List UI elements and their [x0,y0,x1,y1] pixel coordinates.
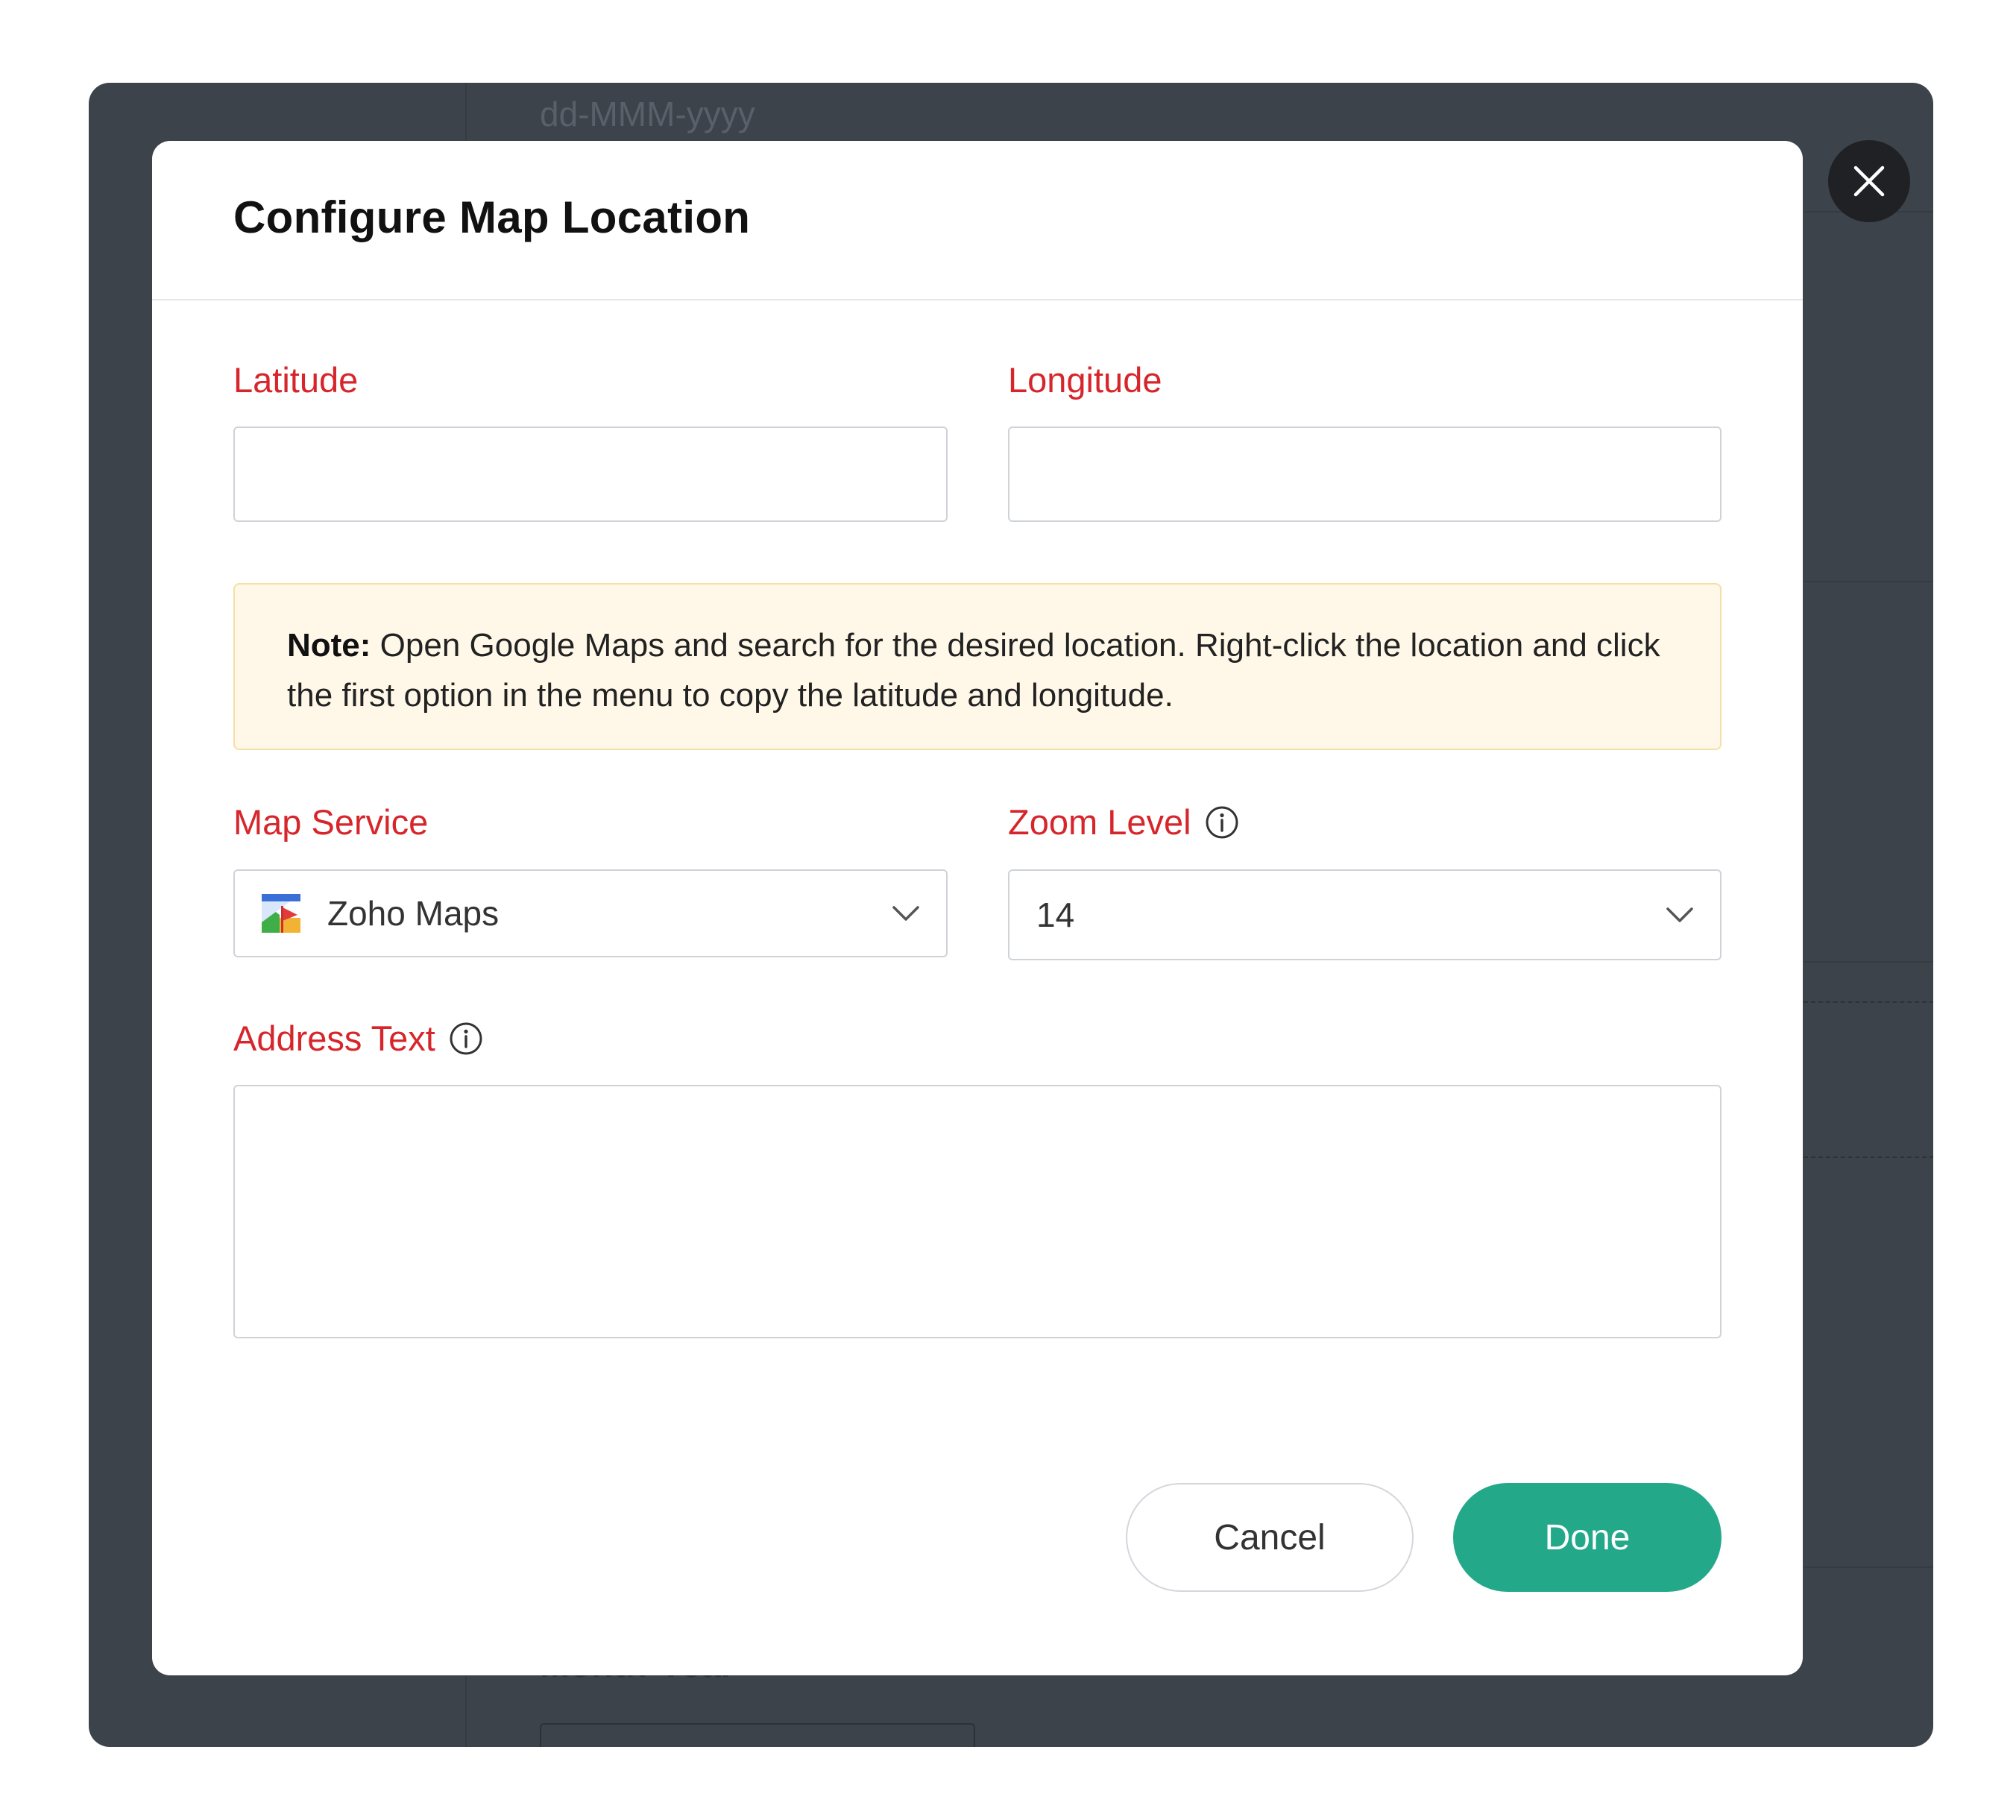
map-service-label-text: Map Service [233,802,429,842]
zoom-level-label: Zoom Level [1008,802,1239,843]
background-divider [1804,961,1933,963]
latitude-label: Latitude [233,359,358,400]
info-icon[interactable] [1205,805,1239,840]
close-icon [1853,166,1885,197]
note-prefix: Note: [287,627,371,664]
note-box: Note: Open Google Maps and search for th… [233,583,1722,750]
latitude-label-text: Latitude [233,360,359,400]
longitude-label: Longitude [1008,359,1162,400]
background-field [540,1723,975,1747]
map-service-label: Map Service [233,802,428,843]
close-button[interactable] [1828,140,1910,222]
background-dashed-line [1804,1156,1933,1158]
chevron-down-icon [1666,907,1693,922]
zoho-maps-icon [262,894,300,933]
configure-map-dialog: Configure Map Location Latitude Longitud… [152,141,1803,1675]
zoom-level-selected-value: 14 [1036,895,1075,934]
address-text-field-wrapper [233,1085,1722,1338]
background-date-format: dd-MMM-yyyy [540,95,755,133]
cancel-button[interactable]: Cancel [1126,1483,1414,1592]
longitude-label-text: Longitude [1008,360,1162,400]
address-text-input[interactable] [235,1086,1720,1337]
address-text-label: Address Text [233,1018,483,1059]
map-service-select[interactable]: Zoho Maps [233,869,948,957]
background-divider [1804,581,1933,582]
done-button[interactable]: Done [1453,1483,1722,1592]
address-text-label-text: Address Text [233,1018,435,1058]
background-dashed-line [1804,1001,1933,1003]
latitude-field-wrapper [233,426,948,522]
latitude-input[interactable] [235,428,946,520]
zoom-level-select[interactable]: 14 [1008,869,1722,960]
map-service-selected-value: Zoho Maps [327,894,500,933]
background-divider [1804,1566,1933,1568]
longitude-input[interactable] [1009,428,1720,520]
longitude-field-wrapper [1008,426,1722,522]
dialog-header: Configure Map Location [152,141,1803,300]
dialog-title: Configure Map Location [233,192,751,242]
zoom-level-label-text: Zoom Level [1008,802,1191,842]
chevron-down-icon [892,906,919,921]
note-text: Open Google Maps and search for the desi… [287,627,1660,714]
info-icon[interactable] [449,1021,483,1056]
